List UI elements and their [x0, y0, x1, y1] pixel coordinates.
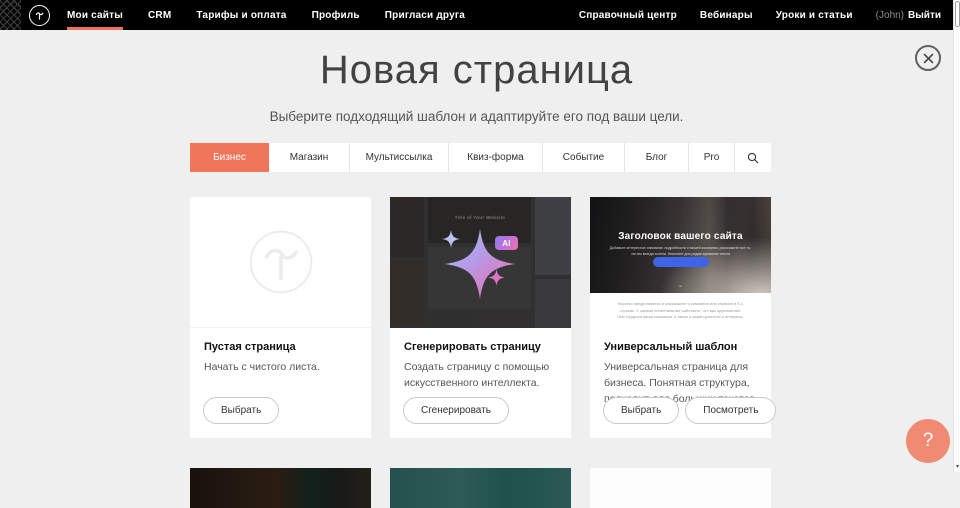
select-button[interactable]: Выбрать: [603, 397, 679, 424]
page-title: Новая страница: [0, 48, 953, 93]
card-title: Пустая страница: [204, 341, 357, 353]
template-preview-text-section: Коротко представьтесь и расскажите о ком…: [590, 293, 771, 328]
card-blank-page-body: Пустая страница Начать с чистого листа.: [190, 328, 371, 376]
card-ai-generate-thumbnail[interactable]: Title of Your Website: [390, 197, 571, 328]
close-button[interactable]: [915, 45, 941, 71]
nav-profile[interactable]: Профиль: [312, 0, 360, 30]
card-title: Универсальный шаблон: [604, 341, 757, 353]
vertical-scrollbar[interactable]: ▾: [953, 0, 960, 472]
logout-link[interactable]: Выйти: [908, 10, 941, 21]
nav-crm[interactable]: CRM: [148, 0, 171, 30]
help-button[interactable]: ?: [906, 419, 950, 463]
scrollbar-down-arrow-icon[interactable]: ▾: [954, 464, 960, 470]
nav-help-center[interactable]: Справочный центр: [579, 0, 677, 30]
template-preview-body-text: Коротко представьтесь и расскажите о ком…: [616, 301, 745, 321]
select-button[interactable]: Выбрать: [203, 397, 279, 424]
card-blank-page-thumbnail[interactable]: [190, 197, 371, 328]
template-preview-cta-button: [653, 257, 709, 267]
tab-quiz-form[interactable]: Квиз-форма: [449, 143, 543, 172]
card-thumbnail-partial[interactable]: [590, 468, 771, 508]
tab-business[interactable]: Бизнес: [190, 143, 269, 172]
tilda-watermark-icon: [248, 229, 314, 295]
ai-sparkle-small-icon: [442, 230, 460, 248]
generate-button[interactable]: Сгенерировать: [403, 397, 509, 424]
tab-search-button[interactable]: [735, 143, 771, 172]
card-ai-generate: Title of Your Website: [390, 197, 571, 438]
topbar-nav-left: Мои сайты CRM Тарифы и оплата Профиль Пр…: [67, 0, 490, 30]
template-cards-row-2: [190, 468, 771, 508]
nav-webinars[interactable]: Вебинары: [700, 0, 753, 30]
tab-blog[interactable]: Блог: [625, 143, 689, 172]
close-icon: [923, 53, 934, 64]
nav-lessons-articles[interactable]: Уроки и статьи: [776, 0, 853, 30]
template-category-tabs: Бизнес Магазин Мультиссылка Квиз-форма С…: [190, 143, 771, 172]
template-preview-subheading: Добавьте интересное описание: подробност…: [608, 246, 753, 258]
template-preview-heading: Заголовок вашего сайта: [590, 231, 771, 242]
tab-multilink[interactable]: Мультиссылка: [350, 143, 449, 172]
tab-store[interactable]: Магазин: [269, 143, 350, 172]
card-universal-template-thumbnail[interactable]: Заголовок вашего сайта Добавьте интересн…: [590, 197, 771, 328]
nav-plans-payment[interactable]: Тарифы и оплата: [196, 0, 286, 30]
template-preview-hero: Заголовок вашего сайта Добавьте интересн…: [590, 197, 771, 293]
magnifier-icon: [747, 152, 759, 164]
card-universal-template: Заголовок вашего сайта Добавьте интересн…: [590, 197, 771, 438]
card-actions: Выбрать Посмотреть: [603, 397, 776, 424]
tab-pro[interactable]: Pro: [689, 143, 735, 172]
user-logout-block[interactable]: (John) Выйти: [876, 0, 941, 30]
template-cards-row: Пустая страница Начать с чистого листа. …: [190, 197, 771, 438]
ai-badge: AI: [495, 236, 518, 250]
card-description: Создать страницу с помощью искусственног…: [404, 360, 557, 392]
topbar: Мои сайты CRM Тарифы и оплата Профиль Пр…: [0, 0, 953, 30]
card-description: Начать с чистого листа.: [204, 360, 357, 376]
question-mark-icon: ?: [923, 430, 934, 452]
ai-sparkle-small-icon: [488, 269, 505, 286]
card-ai-generate-body: Сгенерировать страницу Создать страницу …: [390, 328, 571, 392]
card-actions: Выбрать: [203, 397, 279, 424]
preview-button[interactable]: Посмотреть: [685, 397, 776, 424]
nav-my-sites[interactable]: Мои сайты: [67, 0, 123, 30]
scrollbar-thumb[interactable]: [955, 1, 960, 27]
user-name: (John): [876, 10, 904, 21]
card-thumbnail-partial[interactable]: [390, 468, 571, 508]
topbar-nav-right: Справочный центр Вебинары Уроки и статьи…: [556, 0, 941, 30]
card-blank-page: Пустая страница Начать с чистого листа. …: [190, 197, 371, 438]
chevron-down-icon: ⌄: [590, 282, 771, 289]
card-thumbnail-partial[interactable]: [190, 468, 371, 508]
tab-event[interactable]: Событие: [543, 143, 625, 172]
nav-invite-friend[interactable]: Пригласи друга: [385, 0, 465, 30]
topbar-texture: [0, 0, 21, 30]
card-actions: Сгенерировать: [403, 397, 509, 424]
card-title: Сгенерировать страницу: [404, 341, 557, 353]
tilda-logo-icon[interactable]: [29, 5, 50, 26]
page-subtitle: Выберите подходящий шаблон и адаптируйте…: [0, 109, 953, 124]
